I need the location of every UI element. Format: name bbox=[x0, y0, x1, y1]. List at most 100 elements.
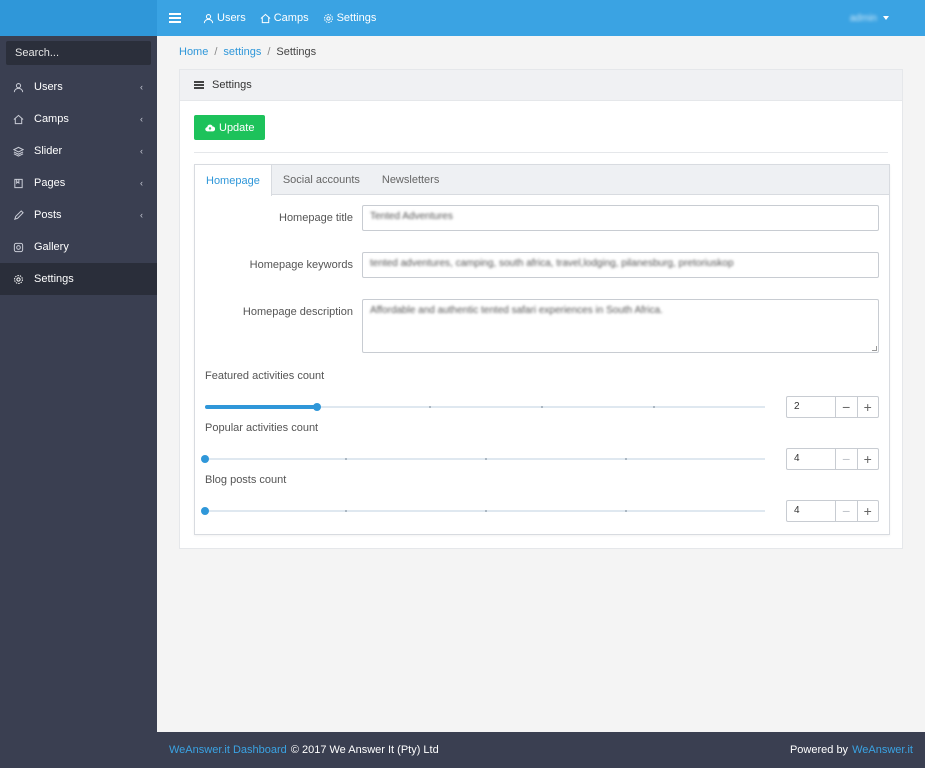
top-nav: Users Camps Settings bbox=[203, 12, 376, 24]
sidebar-item-slider[interactable]: Slider ‹ bbox=[0, 135, 157, 167]
increment-button[interactable]: + bbox=[858, 501, 879, 521]
breadcrumb-separator: / bbox=[267, 46, 271, 58]
slider-tick bbox=[485, 458, 487, 460]
footer: WeAnswer.it Dashboard © 2017 We Answer I… bbox=[157, 732, 925, 768]
chevron-left-icon: ‹ bbox=[140, 178, 143, 188]
user-icon bbox=[12, 81, 24, 93]
popular-activities-stepper[interactable]: 4 − + bbox=[786, 448, 879, 470]
increment-button[interactable]: + bbox=[858, 449, 879, 469]
blog-posts-stepper[interactable]: 4 − + bbox=[786, 500, 879, 522]
chevron-left-icon: ‹ bbox=[140, 146, 143, 156]
tab-homepage[interactable]: Homepage bbox=[195, 165, 272, 196]
sidebar-item-label: Posts bbox=[34, 209, 62, 221]
update-button-label: Update bbox=[219, 121, 255, 134]
featured-activities-slider[interactable] bbox=[205, 401, 765, 413]
chevron-left-icon: ‹ bbox=[140, 210, 143, 220]
user-menu[interactable]: admin bbox=[850, 13, 889, 24]
slider-tick bbox=[625, 458, 627, 460]
user-name: admin bbox=[849, 12, 877, 24]
slider-handle[interactable] bbox=[201, 507, 209, 515]
chevron-left-icon: ‹ bbox=[140, 82, 143, 92]
hamburger-icon bbox=[169, 13, 181, 23]
sidebar-item-settings[interactable]: Settings bbox=[0, 263, 157, 295]
home-icon bbox=[260, 13, 271, 23]
chevron-left-icon: ‹ bbox=[140, 114, 143, 124]
layers-icon bbox=[12, 145, 24, 157]
slider-tick bbox=[429, 406, 431, 408]
caret-down-icon bbox=[883, 16, 889, 20]
tab-newsletters[interactable]: Newsletters bbox=[371, 165, 450, 194]
settings-card: Settings Update Homepage Social accounts… bbox=[179, 69, 903, 549]
footer-brand-link[interactable]: WeAnswer.it Dashboard bbox=[169, 744, 287, 756]
slider-handle[interactable] bbox=[313, 403, 321, 411]
sidebar-item-label: Gallery bbox=[34, 241, 69, 253]
footer-copyright: © 2017 We Answer It (Pty) Ltd bbox=[290, 744, 439, 756]
topnav-users-link[interactable]: Users bbox=[203, 12, 246, 24]
featured-activities-value[interactable]: 2 bbox=[787, 397, 836, 417]
slider-handle[interactable] bbox=[201, 455, 209, 463]
sidebar-item-label: Pages bbox=[34, 177, 66, 189]
slider-fill bbox=[205, 405, 317, 409]
card-title: Settings bbox=[212, 79, 252, 91]
divider bbox=[194, 152, 888, 153]
featured-activities-stepper[interactable]: 2 − + bbox=[786, 396, 879, 418]
decrement-button[interactable]: − bbox=[836, 449, 858, 469]
homepage-description-value: Affordable and authentic tented safari e… bbox=[370, 305, 663, 316]
slider-tick bbox=[653, 406, 655, 408]
sidebar-item-label: Settings bbox=[34, 273, 74, 285]
home-icon bbox=[12, 113, 24, 125]
topnav-camps-label: Camps bbox=[273, 12, 309, 24]
topnav-camps-link[interactable]: Camps bbox=[260, 12, 309, 24]
breadcrumb-home-link[interactable]: Home bbox=[179, 46, 208, 58]
sidebar-item-pages[interactable]: Pages ‹ bbox=[0, 167, 157, 199]
topnav-settings-label: Settings bbox=[336, 12, 377, 24]
homepage-title-input[interactable]: Tented Adventures bbox=[362, 205, 879, 231]
breadcrumb-current: Settings bbox=[276, 46, 317, 58]
slider-tick bbox=[345, 510, 347, 512]
decrement-button[interactable]: − bbox=[836, 397, 858, 417]
blog-posts-slider[interactable] bbox=[201, 505, 765, 517]
menu-toggle-button[interactable] bbox=[157, 0, 193, 36]
popular-activities-slider[interactable] bbox=[201, 453, 765, 465]
popular-activities-label: Popular activities count bbox=[205, 422, 319, 434]
sidebar-item-label: Camps bbox=[34, 113, 69, 125]
sidebar-item-users[interactable]: Users ‹ bbox=[0, 71, 157, 103]
homepage-keywords-input[interactable]: tented adventures, camping, south africa… bbox=[362, 252, 879, 278]
instagram-icon bbox=[12, 241, 24, 253]
pages-icon bbox=[12, 177, 24, 189]
topnav-settings-link[interactable]: Settings bbox=[323, 12, 377, 24]
gear-icon bbox=[12, 273, 24, 285]
update-button[interactable]: Update bbox=[194, 115, 266, 140]
featured-activities-label: Featured activities count bbox=[205, 370, 325, 382]
sidebar-menu: Users ‹ Camps ‹ Slider ‹ Pages ‹ Posts ‹… bbox=[0, 71, 157, 295]
breadcrumb-settings-link[interactable]: settings bbox=[223, 46, 261, 58]
gear-icon bbox=[323, 13, 333, 23]
sidebar-search-input[interactable]: Search... bbox=[6, 41, 151, 65]
slider-tick bbox=[345, 458, 347, 460]
sidebar-item-camps[interactable]: Camps ‹ bbox=[0, 103, 157, 135]
cloud-upload-icon bbox=[205, 124, 215, 131]
blog-posts-label: Blog posts count bbox=[205, 474, 287, 486]
settings-tabs-panel: Homepage Social accounts Newsletters Hom… bbox=[194, 164, 890, 535]
card-header: Settings bbox=[180, 70, 902, 101]
slider-tick bbox=[625, 510, 627, 512]
list-icon bbox=[194, 81, 204, 89]
footer-powered-link[interactable]: WeAnswer.it bbox=[852, 744, 913, 756]
homepage-title-label: Homepage title bbox=[279, 212, 353, 224]
sidebar-item-posts[interactable]: Posts ‹ bbox=[0, 199, 157, 231]
slider-tick bbox=[541, 406, 543, 408]
brand-area bbox=[0, 0, 157, 36]
sidebar-item-label: Slider bbox=[34, 145, 63, 157]
sidebar-item-gallery[interactable]: Gallery bbox=[0, 231, 157, 263]
tab-bar: Homepage Social accounts Newsletters bbox=[195, 165, 889, 196]
popular-activities-value[interactable]: 4 bbox=[787, 449, 836, 469]
homepage-keywords-value: tented adventures, camping, south africa… bbox=[370, 258, 734, 269]
homepage-description-textarea[interactable]: Affordable and authentic tented safari e… bbox=[362, 299, 879, 353]
resize-handle[interactable] bbox=[872, 346, 877, 351]
decrement-button[interactable]: − bbox=[836, 501, 858, 521]
top-navbar: Users Camps Settings admin bbox=[157, 0, 925, 36]
homepage-keywords-label: Homepage keywords bbox=[249, 259, 353, 271]
tab-social-accounts[interactable]: Social accounts bbox=[272, 165, 371, 194]
increment-button[interactable]: + bbox=[858, 397, 879, 417]
blog-posts-value[interactable]: 4 bbox=[787, 501, 836, 521]
